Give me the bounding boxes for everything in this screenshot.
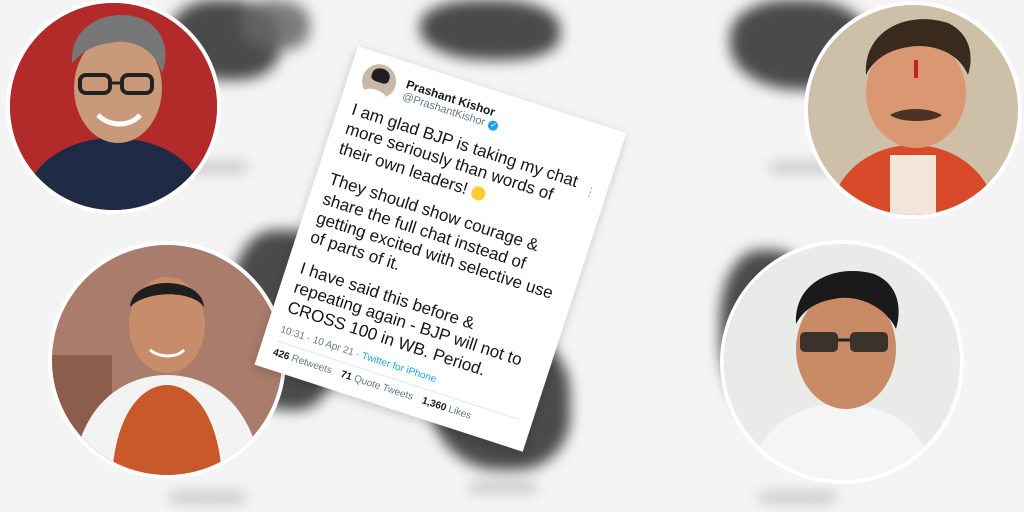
portrait-top-left: [10, 3, 217, 210]
portrait-top-right: [808, 5, 1018, 215]
portrait-bottom-left: [52, 245, 282, 475]
portrait-bottom-right: [724, 244, 960, 480]
verified-badge-icon: ✓: [487, 119, 500, 133]
retweets-stat[interactable]: 426 Retweets: [272, 347, 334, 376]
smile-emoji-icon: [469, 184, 488, 202]
avatar[interactable]: [357, 59, 401, 103]
likes-stat[interactable]: 1,360 Likes: [420, 395, 472, 421]
